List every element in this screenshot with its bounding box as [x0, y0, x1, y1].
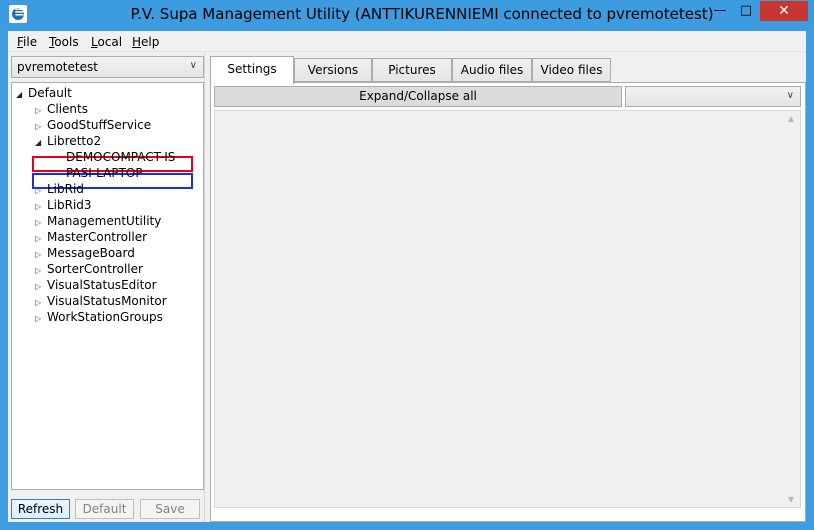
tree-item[interactable]: ▷ MasterController — [35, 229, 147, 245]
tab-settings[interactable]: Settings — [210, 56, 294, 84]
settings-list[interactable]: ▲ ▼ — [214, 110, 801, 508]
client-area: File Tools Local Help pvremotetest ∨ ◢ De… — [8, 31, 806, 522]
menu-tools[interactable]: Tools — [49, 35, 79, 49]
menu-help[interactable]: Help — [132, 35, 159, 49]
tab-versions[interactable]: Versions — [294, 58, 372, 82]
tree-item-label: Default — [28, 86, 72, 100]
tree-item[interactable]: ◢ Libretto2 — [35, 133, 101, 149]
collapsed-icon[interactable]: ▷ — [35, 311, 47, 327]
right-panel: Settings Versions Pictures Audio files V… — [208, 53, 806, 522]
tree-item[interactable]: PASI-LAPTOP — [54, 165, 143, 181]
tree-item[interactable]: ▷ ManagementUtility — [35, 213, 161, 229]
close-button[interactable]: ✕ — [760, 1, 808, 21]
tree-item[interactable]: ▷ VisualStatusMonitor — [35, 293, 167, 309]
server-combo[interactable]: pvremotetest ∨ — [11, 56, 204, 78]
vertical-scrollbar[interactable]: ▲ ▼ — [786, 111, 800, 507]
tree-item-label: VisualStatusMonitor — [47, 294, 167, 308]
menu-help-label: elp — [141, 35, 160, 49]
chevron-down-icon: ∨ — [786, 90, 794, 101]
menu-tools-label: ools — [54, 35, 79, 49]
tree-item-label: GoodStuffService — [47, 118, 152, 132]
minimize-button[interactable]: — — [707, 1, 733, 21]
panel-splitter[interactable] — [204, 53, 207, 522]
refresh-button[interactable]: Refresh — [11, 499, 70, 519]
main-window: P.V. Supa Management Utility (ANTTIKUREN… — [0, 0, 814, 530]
window-title-text: P.V. Supa Management Utility (ANTTIKUREN… — [130, 5, 714, 23]
server-combo-value: pvremotetest — [17, 60, 98, 74]
save-button[interactable]: Save — [140, 499, 200, 519]
filter-select[interactable]: ∨ — [625, 86, 801, 107]
tree-item-label: Libretto2 — [47, 134, 102, 148]
default-button[interactable]: Default — [75, 499, 134, 519]
expand-collapse-button[interactable]: Expand/Collapse all — [214, 86, 622, 107]
tree-item-label: DEMOCOMPACT-IS — [66, 150, 176, 164]
tree-item-label: SorterController — [47, 262, 143, 276]
tree-item-label: Clients — [47, 102, 88, 116]
scroll-down-icon[interactable]: ▼ — [788, 495, 794, 504]
tree-item[interactable]: ▷ MessageBoard — [35, 245, 135, 261]
tree-item-label: VisualStatusEditor — [47, 278, 157, 292]
tree-item[interactable]: ▷ SorterController — [35, 261, 143, 277]
menu-local[interactable]: Local — [91, 35, 122, 49]
service-tree[interactable]: ◢ Default ▷ Clients ▷ GoodStuffService ◢ Libret… — [11, 82, 204, 490]
tree-item[interactable]: ▷ VisualStatusEditor — [35, 277, 157, 293]
menu-local-label: ocal — [97, 35, 123, 49]
tree-item-label: MessageBoard — [47, 246, 135, 260]
menu-file-label: ile — [23, 35, 38, 49]
expanded-icon[interactable]: ◢ — [35, 135, 47, 151]
tab-pictures[interactable]: Pictures — [372, 58, 452, 82]
tree-item-label: WorkStationGroups — [47, 310, 163, 324]
tree-item[interactable]: ▷ Clients — [35, 101, 88, 117]
tree-item[interactable]: ◢ Default — [16, 85, 72, 101]
tree-item-label: LibRid — [47, 182, 84, 196]
menu-help-accel: H — [132, 35, 142, 49]
window-title: P.V. Supa Management Utility (ANTTIKUREN… — [0, 5, 814, 23]
tree-item-label: PASI-LAPTOP — [66, 166, 143, 180]
title-bar[interactable]: P.V. Supa Management Utility (ANTTIKUREN… — [0, 0, 814, 30]
tree-item[interactable]: ▷ WorkStationGroups — [35, 309, 163, 325]
left-panel: pvremotetest ∨ ◢ Default ▷ Clients ▷ GoodStuf… — [8, 53, 204, 522]
tree-item[interactable]: ▷ LibRid — [35, 181, 84, 197]
settings-tab-content: Expand/Collapse all ∨ ▲ ▼ — [210, 82, 806, 522]
chevron-down-icon: ∨ — [189, 60, 197, 71]
tab-audio-files[interactable]: Audio files — [452, 58, 532, 82]
expanded-icon[interactable]: ◢ — [16, 87, 28, 103]
tree-item[interactable]: ▷ LibRid3 — [35, 197, 92, 213]
tree-item-label: MasterController — [47, 230, 148, 244]
maximize-button[interactable]: □ — [733, 1, 759, 21]
tree-item[interactable]: DEMOCOMPACT-IS — [54, 149, 175, 165]
scroll-up-icon[interactable]: ▲ — [788, 114, 794, 123]
tree-item[interactable]: ▷ GoodStuffService — [35, 117, 151, 133]
menu-bar: File Tools Local Help — [8, 31, 806, 52]
tree-item-label: LibRid3 — [47, 198, 92, 212]
tree-item-label: ManagementUtility — [47, 214, 162, 228]
tab-video-files[interactable]: Video files — [532, 58, 611, 82]
menu-file[interactable]: File — [17, 35, 37, 49]
